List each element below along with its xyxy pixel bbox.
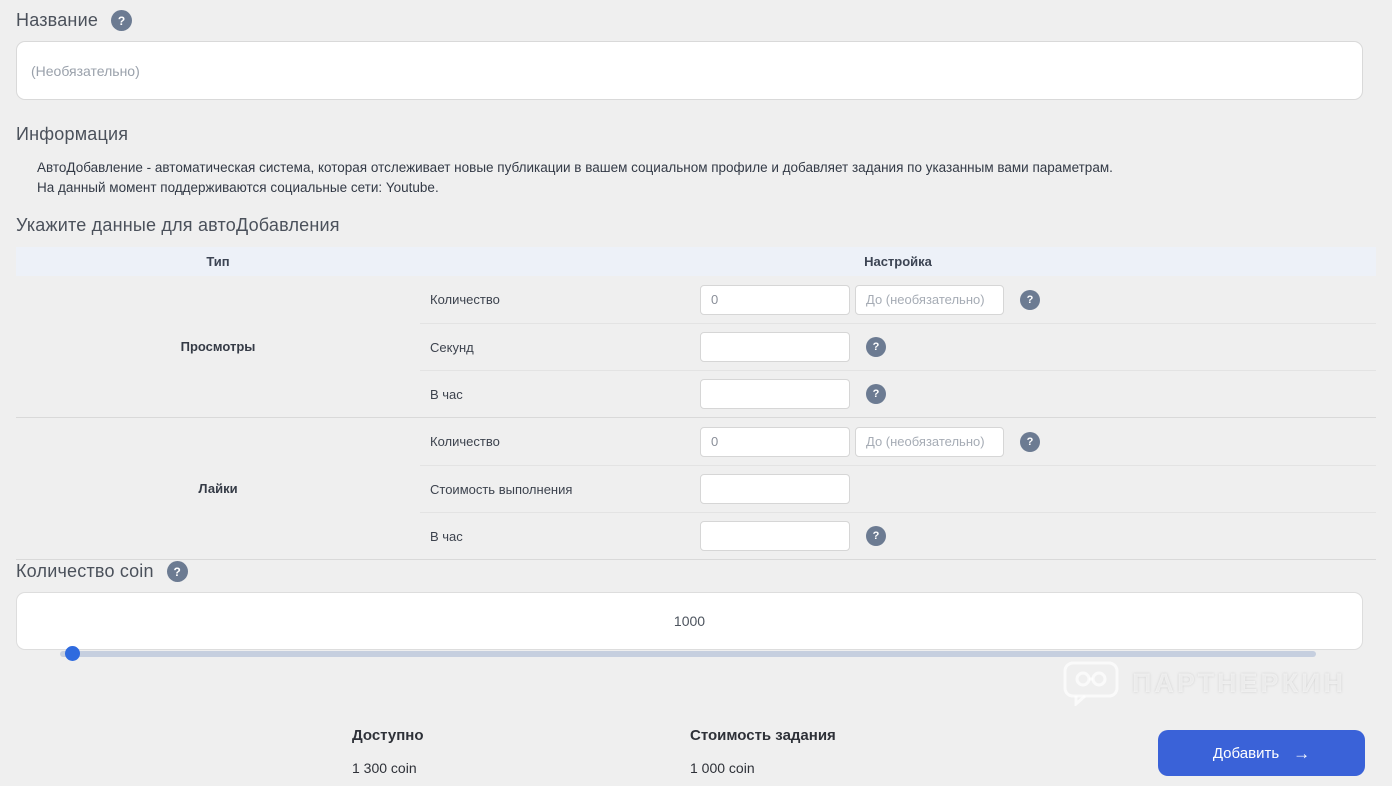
auto-add-table-heading: Укажите данные для автоДобавления xyxy=(16,215,340,235)
table-row: В час ? xyxy=(420,370,1376,417)
table-row: Стоимость выполнения xyxy=(420,465,1376,512)
arrow-right-icon: → xyxy=(1293,743,1311,763)
coin-amount-box: 1000 xyxy=(16,592,1363,650)
coin-slider-thumb[interactable] xyxy=(65,646,80,661)
views-count-help-icon[interactable]: ? xyxy=(1020,289,1040,310)
row-label: Количество xyxy=(430,434,500,449)
name-heading: Название xyxy=(16,10,99,30)
likes-cost-input[interactable] xyxy=(700,474,850,504)
available-label: Доступно xyxy=(352,727,424,744)
views-count-input[interactable] xyxy=(700,284,850,315)
likes-count-help-icon[interactable]: ? xyxy=(1020,431,1040,452)
coin-amount-value: 1000 xyxy=(673,613,706,629)
task-cost-value: 1 000 coin xyxy=(690,760,755,776)
views-per-hour-help-icon[interactable]: ? xyxy=(866,384,886,404)
auto-add-table: Тип Настройка Просмотры Количество ? Сек… xyxy=(16,247,1376,560)
coin-help-icon[interactable]: ? xyxy=(166,561,188,582)
group-likes-label: Лайки xyxy=(198,481,238,496)
coin-slider-track[interactable] xyxy=(60,646,1316,661)
name-input[interactable] xyxy=(16,41,1363,100)
watermark-text: ПАРТНЕРКИН xyxy=(1132,667,1346,698)
group-views-label: Просмотры xyxy=(180,339,256,354)
group-likes: Лайки Количество ? Стоимость выполнения … xyxy=(16,417,1376,559)
table-header-row: Тип Настройка xyxy=(16,247,1376,276)
table-row: Секунд ? xyxy=(420,323,1376,370)
name-help-icon[interactable]: ? xyxy=(111,10,133,31)
views-seconds-input[interactable] xyxy=(700,332,850,362)
row-label: Стоимость выполнения xyxy=(430,481,573,497)
row-label: Количество xyxy=(430,292,500,307)
column-header-settings: Настройка xyxy=(864,254,932,269)
info-heading: Информация xyxy=(16,124,129,144)
available-value: 1 300 coin xyxy=(352,760,417,776)
coin-heading: Количество coin xyxy=(16,561,154,581)
add-button[interactable]: Добавить → xyxy=(1158,730,1365,776)
coin-section-header: Количество coin ? xyxy=(16,561,188,582)
likes-count-input[interactable] xyxy=(700,426,850,457)
table-row: Количество ? xyxy=(420,276,1376,323)
group-views: Просмотры Количество ? Секунд ? В час ? xyxy=(16,276,1376,417)
info-line-1: АвтоДобавление - автоматическая система,… xyxy=(37,160,1113,175)
likes-count-to-input[interactable] xyxy=(855,426,1004,457)
info-line-2: На данный момент поддерживаются социальн… xyxy=(37,179,439,195)
info-text: АвтоДобавление - автоматическая система,… xyxy=(37,158,1113,197)
row-label: Секунд xyxy=(430,339,474,355)
likes-per-hour-input[interactable] xyxy=(700,521,850,551)
table-row: Количество ? xyxy=(420,418,1376,465)
views-seconds-help-icon[interactable]: ? xyxy=(866,337,886,357)
task-cost-label: Стоимость задания xyxy=(690,727,836,744)
name-section-header: Название ? xyxy=(16,10,133,31)
column-header-type: Тип xyxy=(206,254,230,269)
watermark: ПАРТНЕРКИН xyxy=(1062,660,1346,706)
row-label: В час xyxy=(430,386,463,402)
add-button-label: Добавить xyxy=(1212,744,1280,762)
table-row: В час ? xyxy=(420,512,1376,559)
row-label: В час xyxy=(430,528,463,544)
likes-per-hour-help-icon[interactable]: ? xyxy=(866,526,886,546)
partnerkin-logo-icon xyxy=(1063,661,1119,706)
views-per-hour-input[interactable] xyxy=(700,379,850,409)
views-count-to-input[interactable] xyxy=(855,284,1004,315)
